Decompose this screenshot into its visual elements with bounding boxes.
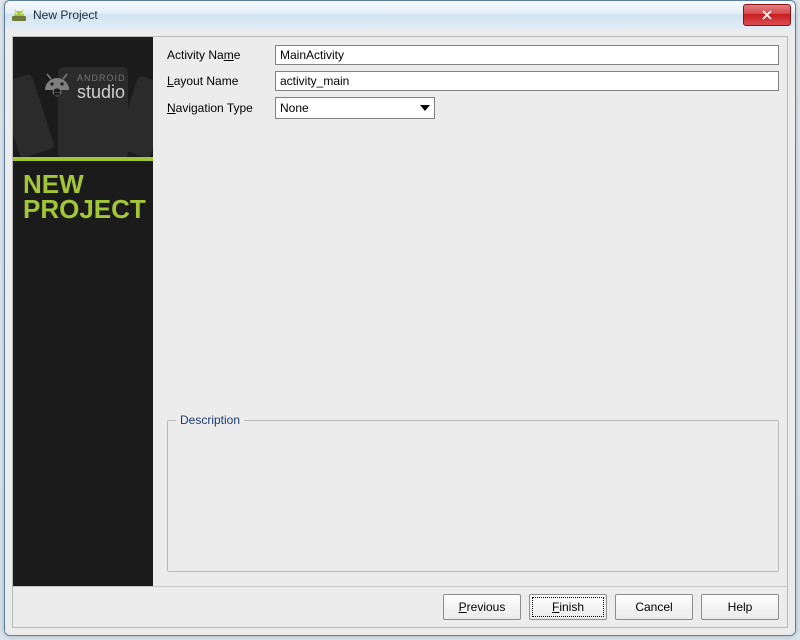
navigation-type-value: None — [280, 101, 309, 115]
layout-name-label: Layout Name — [167, 74, 269, 88]
android-head-icon — [43, 72, 71, 102]
description-group: Description — [167, 420, 779, 572]
accent-bar — [13, 157, 153, 161]
dialog-window: New Project — [4, 0, 796, 636]
description-legend: Description — [176, 413, 244, 427]
button-bar: Previous Finish Cancel Help — [13, 586, 787, 627]
form-panel: Activity Name Layout Name Navigation Typ… — [153, 37, 787, 586]
wizard-sidebar: ANDROID studio NEW PROJECT — [13, 37, 153, 586]
activity-name-label: Activity Name — [167, 48, 269, 62]
app-icon — [11, 7, 27, 23]
finish-button[interactable]: Finish — [529, 594, 607, 620]
brand-big: studio — [77, 83, 126, 101]
help-button[interactable]: Help — [701, 594, 779, 620]
close-button[interactable] — [743, 4, 791, 26]
titlebar[interactable]: New Project — [5, 1, 795, 30]
navigation-type-select[interactable]: None — [275, 97, 435, 119]
cancel-button[interactable]: Cancel — [615, 594, 693, 620]
previous-button[interactable]: Previous — [443, 594, 521, 620]
layout-name-input[interactable] — [275, 71, 779, 91]
headline-line1: NEW — [23, 172, 146, 197]
window-title: New Project — [33, 8, 743, 22]
headline-line2: PROJECT — [23, 197, 146, 222]
wizard-step-title: NEW PROJECT — [23, 172, 146, 221]
activity-name-input[interactable] — [275, 45, 779, 65]
close-icon — [762, 10, 772, 20]
chevron-down-icon — [420, 105, 430, 111]
navigation-type-label: Navigation Type — [167, 101, 269, 115]
brand: ANDROID studio — [43, 72, 126, 102]
